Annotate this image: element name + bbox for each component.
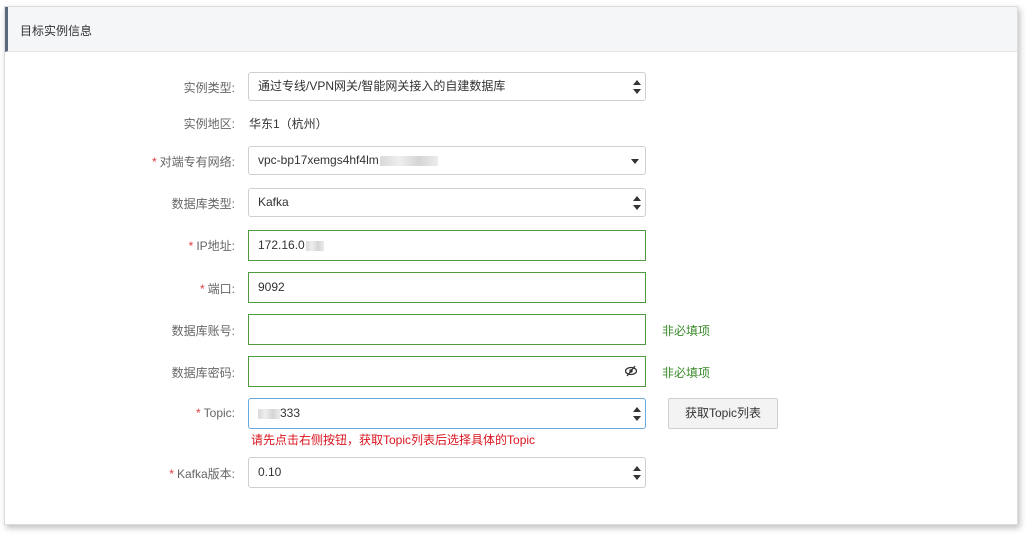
required-mark: * [188,239,194,253]
region-value: 华东1（杭州） [249,117,328,131]
ip-value: 172.16.0 [258,238,305,252]
port-value: 9092 [258,280,285,294]
get-topic-list-button[interactable]: 获取Topic列表 [668,398,778,429]
ip-label: * IP地址: [189,237,235,254]
db-type-select[interactable]: Kafka [248,188,646,217]
instance-type-select[interactable]: 通过专线/VPN网关/智能网关接入的自建数据库 [248,72,646,101]
required-mark: * [169,467,174,481]
select-arrows-icon [633,466,641,480]
instance-type-value: 通过专线/VPN网关/智能网关接入的自建数据库 [258,79,506,93]
db-type-label: 数据库类型: [171,197,235,211]
chevron-down-icon [631,159,639,164]
select-arrows-icon [633,407,641,421]
port-label: * 端口: [200,280,235,297]
account-input[interactable] [248,314,646,345]
kafka-version-label-text: Kafka版本: [176,467,235,481]
password-hint: 非必填项 [662,366,711,380]
required-mark: * [195,406,201,420]
required-mark: * [199,282,205,296]
ip-input[interactable]: 172.16.0 [248,230,646,261]
password-label: 数据库密码: [171,366,235,380]
password-input[interactable] [248,356,646,387]
topic-label: * Topic: [196,406,235,420]
port-input[interactable]: 9092 [248,272,646,303]
select-arrows-icon [633,80,641,94]
vpc-label: * 对端专有网络: [152,153,235,170]
kafka-version-select[interactable]: 0.10 [248,457,646,488]
vpc-label-text: 对端专有网络: [159,155,235,169]
panel-title: 目标实例信息 [20,24,93,38]
panel-header: 目标实例信息 [5,7,1017,52]
account-label: 数据库账号: [171,324,235,338]
db-type-value: Kafka [258,195,289,209]
redacted-mask [258,408,280,419]
kafka-version-value: 0.10 [258,465,282,479]
topic-label-text: Topic: [203,406,235,420]
port-label-text: 端口: [207,282,235,296]
topic-error-message: 请先点击右侧按钮，获取Topic列表后选择具体的Topic [251,433,536,447]
eye-slash-icon[interactable] [625,365,637,377]
instance-type-label: 实例类型: [183,81,235,95]
required-mark: * [151,155,157,169]
region-label: 实例地区: [183,117,235,131]
target-instance-panel: 目标实例信息 实例类型: 通过专线/VPN网关/智能网关接入的自建数据库 实例地… [4,6,1018,525]
ip-label-text: IP地址: [196,239,235,253]
select-arrows-icon [633,196,641,210]
topic-select[interactable]: 333 [248,398,646,429]
redacted-mask [305,240,324,251]
topic-value: 333 [280,406,301,420]
vpc-value: vpc-bp17xemgs4hf4lm [258,153,379,167]
account-hint: 非必填项 [662,324,711,338]
redacted-mask [379,155,438,166]
vpc-select[interactable]: vpc-bp17xemgs4hf4lm [248,146,646,175]
kafka-version-label: * Kafka版本: [169,465,235,482]
